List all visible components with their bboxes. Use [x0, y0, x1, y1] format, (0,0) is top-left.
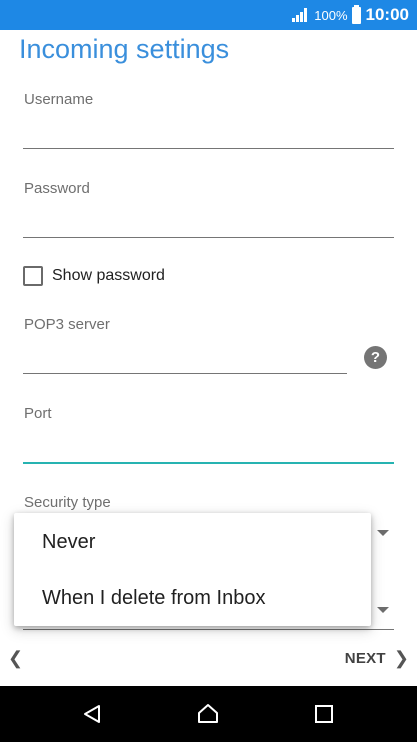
next-button-label[interactable]: NEXT: [345, 650, 386, 667]
delete-email-dropdown-arrow-icon[interactable]: [377, 607, 389, 613]
pop3-server-field[interactable]: [23, 373, 347, 374]
status-bar: 100% 10:00: [0, 0, 417, 30]
popup-option-never[interactable]: Never: [42, 531, 95, 554]
pop3-server-label: POP3 server: [24, 316, 110, 333]
delete-email-dropdown-underline: [23, 629, 394, 630]
home-icon[interactable]: [178, 686, 238, 742]
recents-square-icon[interactable]: [294, 686, 354, 742]
battery-percentage: 100%: [314, 7, 348, 23]
password-field[interactable]: [23, 237, 394, 238]
help-icon[interactable]: ?: [364, 346, 387, 369]
previous-chevron-icon[interactable]: ❮: [8, 648, 23, 669]
port-label: Port: [24, 405, 52, 422]
battery-icon: [351, 4, 361, 24]
next-button[interactable]: NEXT ❯: [345, 648, 409, 669]
page-title: Incoming settings: [19, 34, 230, 64]
dropdown-popup-menu: Never When I delete from Inbox: [14, 513, 371, 626]
navigation-bar: [0, 686, 417, 742]
port-field[interactable]: [23, 462, 394, 464]
signal-icon: [292, 8, 308, 22]
password-label: Password: [24, 180, 90, 197]
back-triangle-icon[interactable]: [62, 686, 122, 742]
next-chevron-icon[interactable]: ❯: [394, 648, 409, 669]
status-indicators: 100% 10:00: [292, 0, 409, 30]
show-password-label[interactable]: Show password: [52, 267, 165, 285]
popup-option-when-deleted[interactable]: When I delete from Inbox: [42, 587, 265, 610]
security-type-dropdown-arrow-icon[interactable]: [377, 530, 389, 536]
username-label: Username: [24, 91, 94, 108]
username-field[interactable]: [23, 148, 394, 149]
show-password-checkbox[interactable]: [23, 266, 43, 286]
security-type-label: Security type: [24, 494, 111, 511]
clock: 10:00: [365, 5, 409, 24]
